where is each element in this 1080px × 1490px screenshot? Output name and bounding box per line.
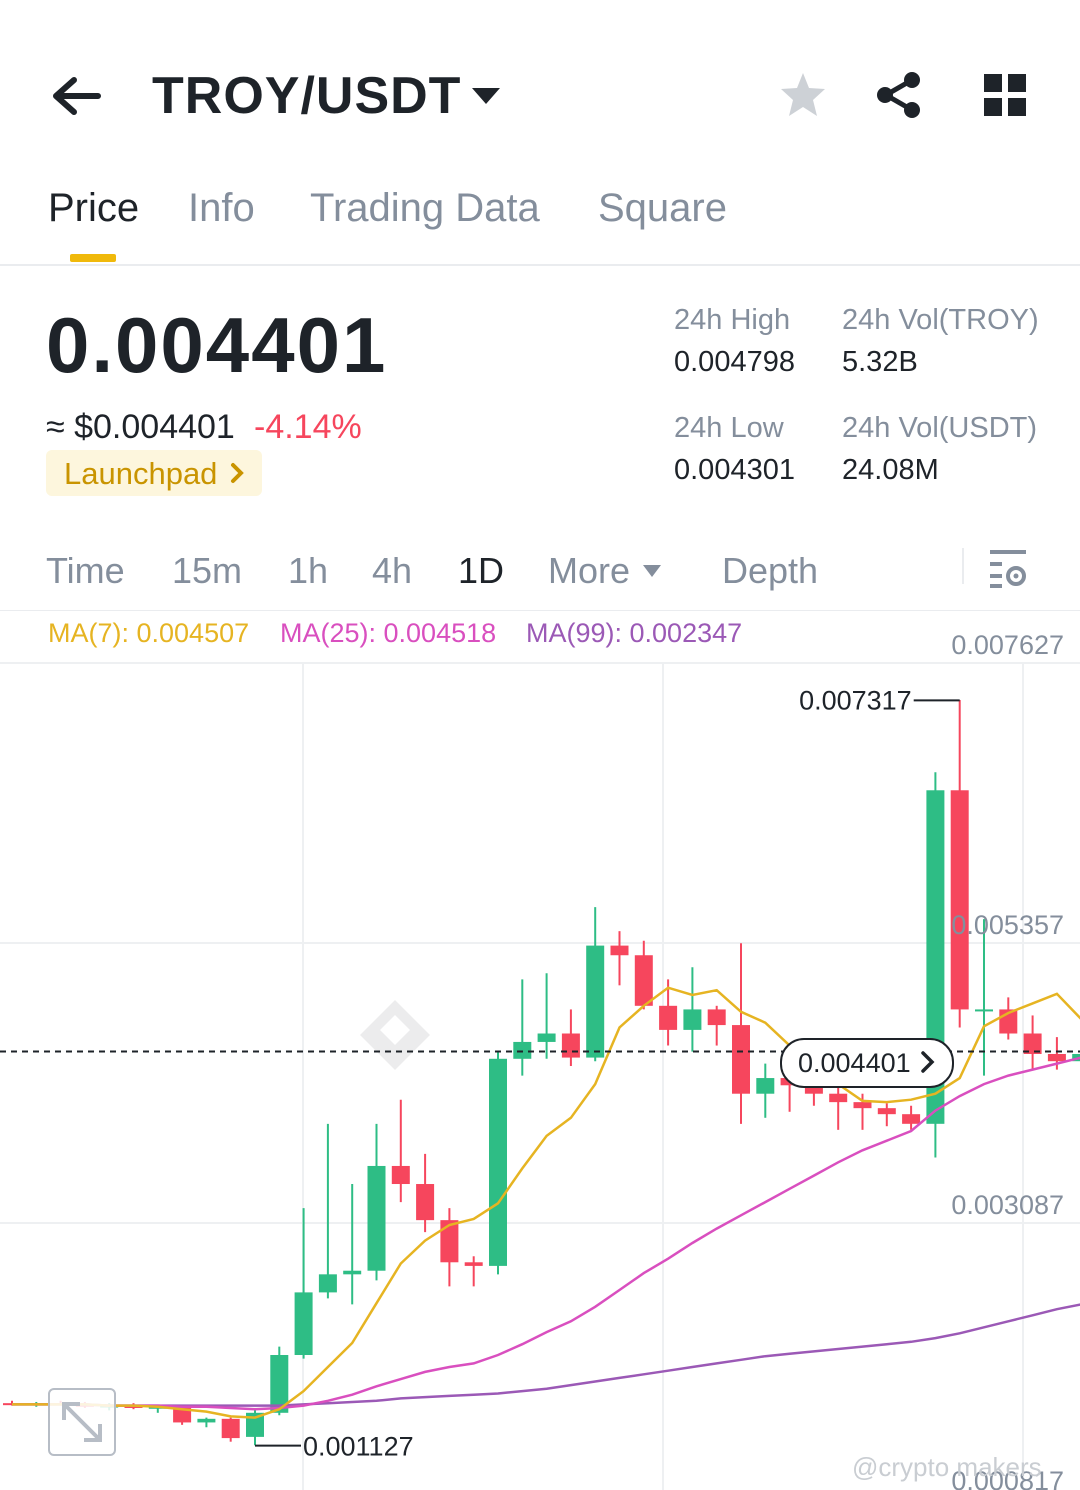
chart-settings-icon[interactable] <box>986 546 1030 590</box>
candle-body <box>877 1108 896 1115</box>
price-change-percent: -4.14% <box>254 408 362 446</box>
current-price-tag[interactable]: 0.004401 <box>780 1038 954 1088</box>
candle-body <box>975 1009 993 1012</box>
trading-pair-title[interactable]: TROY/USDT <box>152 66 461 126</box>
y-axis-label: 0.005357 <box>951 910 1064 940</box>
stat-high-value: 0.004798 <box>674 346 795 378</box>
ma99-line <box>12 1303 1080 1407</box>
tab-bar: Price Info Trading Data Square <box>0 180 1080 266</box>
source-watermark: @crypto makers <box>852 1452 1042 1482</box>
candle-body <box>561 1033 580 1058</box>
candle-body <box>513 1041 532 1059</box>
interval-4h[interactable]: 4h <box>372 550 412 592</box>
chevron-right-icon <box>230 458 246 494</box>
interval-depth[interactable]: Depth <box>722 550 818 592</box>
current-price-value: 0.004401 <box>798 1048 911 1078</box>
candle-body <box>1047 1053 1066 1062</box>
candle-body <box>756 1078 775 1094</box>
tab-square[interactable]: Square <box>598 186 727 231</box>
candle-body <box>318 1274 337 1293</box>
exchange-logo-watermark <box>360 1000 430 1070</box>
interval-bar: Time 15m 1h 4h 1D More Depth <box>0 540 1080 611</box>
low-price-annotation: 0.001127 <box>303 1432 414 1462</box>
y-axis-label: 0.007627 <box>951 630 1064 660</box>
candle-body <box>732 1025 750 1094</box>
stat-low-label: 24h Low <box>674 412 784 444</box>
interval-1d[interactable]: 1D <box>458 550 504 592</box>
grid-icon[interactable] <box>982 72 1028 118</box>
caret-down-icon[interactable] <box>642 564 662 578</box>
divider <box>962 548 964 584</box>
stat-vol-usdt-value: 24.08M <box>842 454 939 486</box>
interval-15m[interactable]: 15m <box>172 550 242 592</box>
candle-body <box>537 1033 556 1042</box>
y-axis-label: 0.003087 <box>951 1190 1064 1220</box>
launchpad-badge[interactable]: Launchpad <box>46 450 262 496</box>
caret-down-icon[interactable] <box>468 82 504 110</box>
candle-body <box>853 1102 872 1109</box>
top-bar: TROY/USDT <box>0 40 1080 150</box>
candle-body <box>464 1262 483 1266</box>
candle-body <box>586 945 605 1058</box>
stat-high-label: 24h High <box>674 304 791 336</box>
back-arrow-icon[interactable] <box>48 72 104 120</box>
interval-more[interactable]: More <box>548 550 630 592</box>
share-icon[interactable] <box>874 70 924 120</box>
candle-body <box>367 1165 386 1271</box>
candle-body <box>197 1418 216 1423</box>
tab-info[interactable]: Info <box>188 186 255 231</box>
stat-vol-troy-label: 24h Vol(TROY) <box>842 304 1039 336</box>
interval-1h[interactable]: 1h <box>288 550 328 592</box>
fiat-price: ≈ $0.004401 <box>46 408 235 446</box>
star-icon[interactable] <box>778 70 828 120</box>
candle-body <box>489 1058 507 1266</box>
expand-chart-icon[interactable] <box>48 1388 116 1456</box>
stat-vol-troy-value: 5.32B <box>842 346 918 378</box>
ma25-line <box>12 1056 1080 1411</box>
high-price-annotation: 0.007317 <box>799 685 912 715</box>
chevron-right-icon <box>918 1050 938 1074</box>
stat-low-value: 0.004301 <box>674 454 795 486</box>
candle-body <box>707 1009 726 1026</box>
candle-body <box>416 1184 435 1221</box>
stat-vol-usdt-label: 24h Vol(USDT) <box>842 412 1038 444</box>
candle-body <box>343 1270 362 1275</box>
candle-body <box>634 955 653 1006</box>
candle-body <box>683 1009 702 1030</box>
candle-body <box>659 1005 678 1030</box>
candle-body <box>610 945 629 956</box>
candle-body <box>829 1093 848 1103</box>
candle-body <box>294 1292 313 1356</box>
candle-body <box>902 1114 921 1124</box>
launchpad-label: Launchpad <box>64 456 218 491</box>
tab-price[interactable]: Price <box>48 186 139 231</box>
candle-body <box>221 1418 240 1439</box>
candle-body <box>391 1165 410 1185</box>
candle-body <box>950 790 969 1010</box>
active-tab-indicator <box>70 254 116 262</box>
tab-trading-data[interactable]: Trading Data <box>310 186 540 231</box>
interval-time[interactable]: Time <box>46 550 125 592</box>
last-price: 0.004401 <box>46 301 388 389</box>
